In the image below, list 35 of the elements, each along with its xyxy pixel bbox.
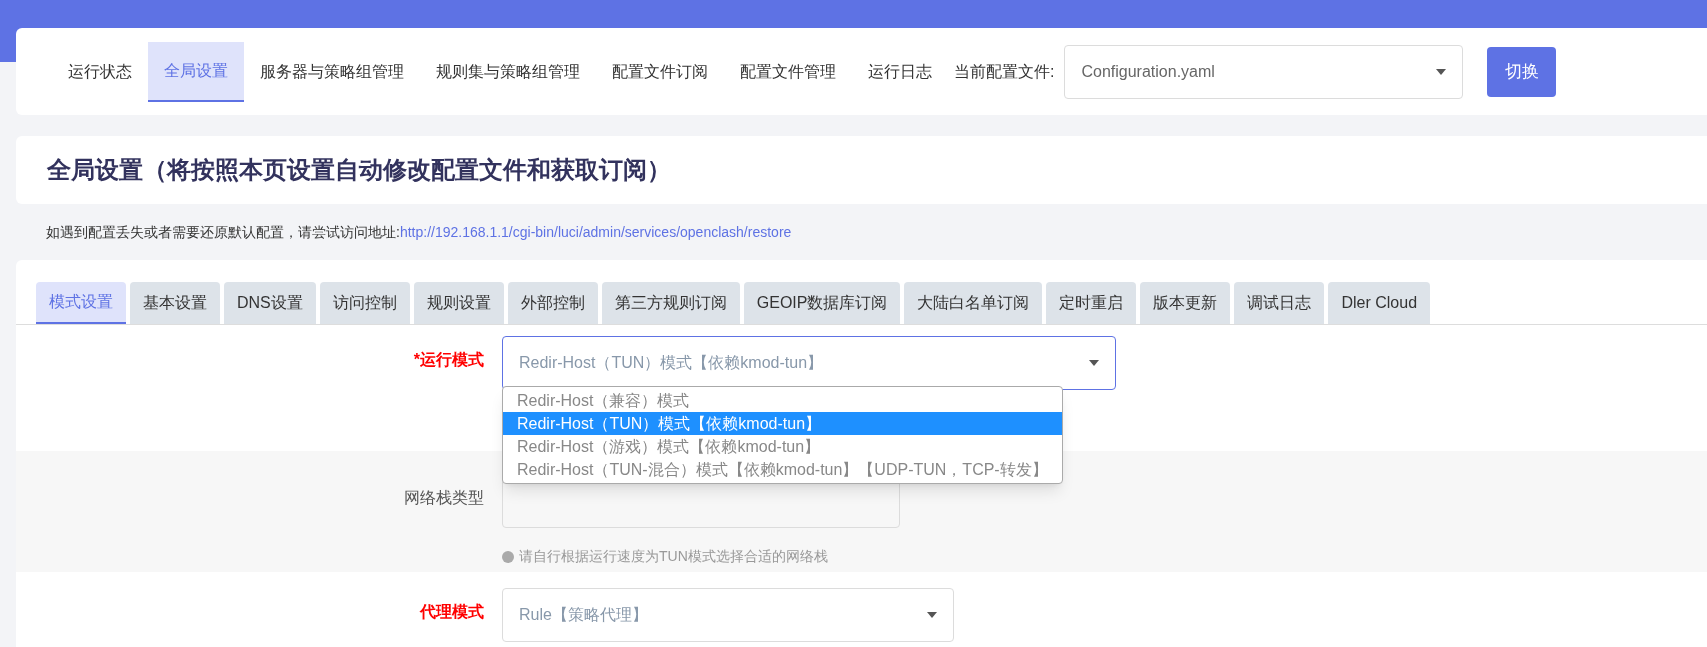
settings-tab[interactable]: 第三方规则订阅 bbox=[601, 282, 740, 324]
settings-tab[interactable]: DNS设置 bbox=[224, 282, 316, 324]
field-label: 网络栈类型 bbox=[404, 488, 484, 508]
settings-tab[interactable]: 调试日志 bbox=[1234, 282, 1325, 324]
nav-tab[interactable]: 配置文件管理 bbox=[724, 41, 852, 102]
settings-tab[interactable]: 规则设置 bbox=[413, 282, 504, 324]
nav-tab[interactable]: 运行状态 bbox=[52, 41, 148, 102]
nav-tab[interactable]: 运行日志 bbox=[852, 41, 948, 102]
field-label: 代理模式 bbox=[420, 602, 484, 622]
dropdown-option[interactable]: Redir-Host（TUN-混合）模式【依赖kmod-tun】【UDP-TUN，TCP-转发】 bbox=[503, 458, 1062, 481]
caret-icon bbox=[1089, 360, 1099, 366]
settings-tab[interactable]: Dler Cloud bbox=[1328, 282, 1431, 324]
restore-link[interactable]: http://192.168.1.1/cgi-bin/luci/admin/services/openclash/restore bbox=[399, 221, 792, 243]
settings-tab[interactable]: 版本更新 bbox=[1140, 282, 1231, 324]
hint-text: 请自行根据运行速度为TUN模式选择合适的网络栈 bbox=[519, 547, 828, 566]
page-title: 全局设置（将按照本页设置自动修改配置文件和获取订阅） bbox=[47, 155, 671, 185]
dropdown-option[interactable]: Redir-Host（游戏）模式【依赖kmod-tun】 bbox=[503, 435, 1062, 458]
settings-tab[interactable]: 基本设置 bbox=[130, 282, 220, 324]
dropdown-option[interactable]: Redir-Host（兼容）模式 bbox=[503, 389, 1062, 412]
settings-tab[interactable]: 访问控制 bbox=[319, 282, 410, 324]
notice-text: 如遇到配置丢失或者需要还原默认配置，请尝试访问地址: bbox=[46, 222, 400, 242]
nav-tab[interactable]: 配置文件订阅 bbox=[596, 41, 724, 102]
field-label: *运行模式 bbox=[413, 350, 484, 370]
caret-icon bbox=[927, 612, 937, 618]
settings-tab[interactable]: 大陆白名单订阅 bbox=[904, 282, 1043, 324]
config-select[interactable]: Configuration.yaml bbox=[1064, 44, 1464, 99]
help-icon bbox=[502, 550, 514, 563]
settings-tab[interactable]: 外部控制 bbox=[507, 282, 598, 324]
nav-tab[interactable]: 服务器与策略组管理 bbox=[244, 41, 420, 102]
caret-icon bbox=[1436, 68, 1447, 75]
switch-button[interactable]: 切换 bbox=[1487, 46, 1557, 97]
settings-tab[interactable]: GEOIP数据库订阅 bbox=[743, 282, 901, 324]
nav-tab[interactable]: 规则集与策略组管理 bbox=[420, 41, 596, 102]
config-label: 当前配置文件: bbox=[954, 61, 1055, 82]
settings-tab[interactable]: 定时重启 bbox=[1046, 282, 1137, 324]
